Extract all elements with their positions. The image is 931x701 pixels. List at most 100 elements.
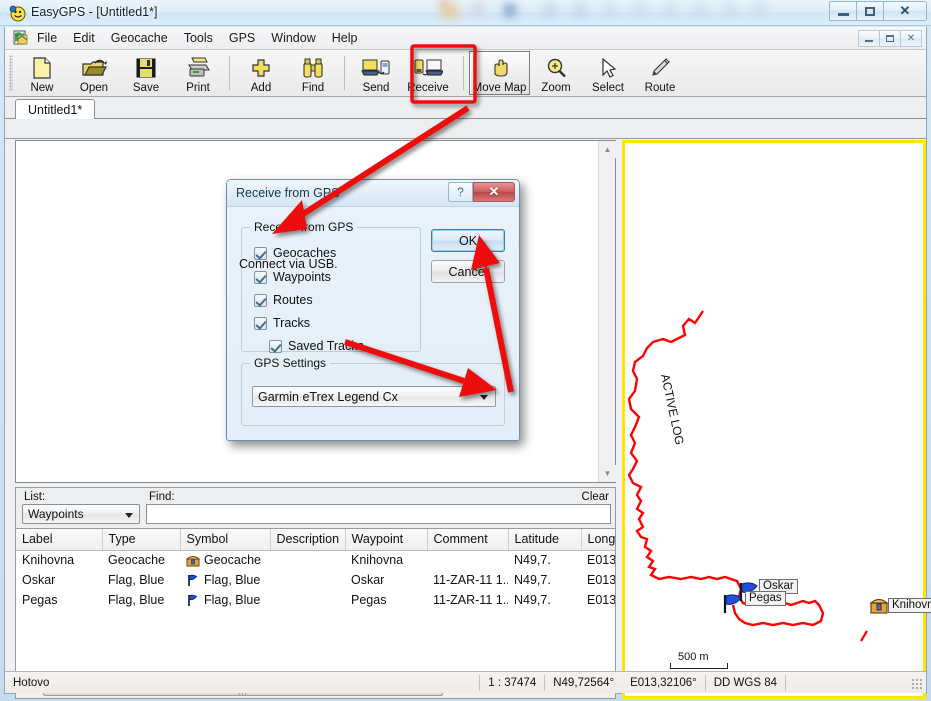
toolbar-button-send[interactable]: Send	[350, 51, 402, 95]
main-toolbar: New Open Save Print Add Find Send Receiv…	[5, 50, 926, 97]
toolbar-label: Select	[592, 82, 624, 94]
toolbar-button-add[interactable]: Add	[235, 51, 287, 95]
toolbar-button-print[interactable]: Print	[172, 51, 224, 95]
map-canvas[interactable]: ACTIVE LOG	[625, 143, 923, 696]
ok-button[interactable]: OK	[431, 229, 505, 252]
binoculars-icon	[301, 55, 325, 81]
menu-item-edit[interactable]: Edit	[65, 28, 103, 48]
clear-link[interactable]: Clear	[582, 491, 609, 503]
map-document-icon	[13, 30, 28, 45]
toolbar-button-receive[interactable]: Receive	[402, 51, 454, 95]
mdi-close-button[interactable]: ✕	[900, 29, 922, 47]
map-scale-rule	[670, 663, 728, 669]
column-header-label[interactable]: Label	[16, 529, 103, 551]
map-view[interactable]: ACTIVE LOG Oskar Pegas Knihovn 500 m	[622, 140, 931, 699]
arrow-cursor-icon	[596, 55, 620, 81]
mdi-window-controls: ✕	[858, 29, 922, 47]
column-header-description[interactable]: Description	[270, 529, 346, 551]
toolbar-label: New	[30, 82, 54, 94]
toolbar-grip[interactable]	[9, 55, 13, 91]
waypoint-table[interactable]: Label Type Symbol Description Waypoint C…	[15, 529, 616, 681]
toolbar-label: Move Map	[472, 82, 527, 94]
column-header-comment[interactable]: Comment	[427, 529, 509, 551]
menu-item-file[interactable]: File	[29, 28, 65, 48]
new-document-icon	[30, 55, 54, 81]
application-window: EasyGPS - [Untitled1*] ✕ File Edit Geoca…	[0, 0, 931, 701]
table-row[interactable]: Oskar Flag, Blue Flag, Blue Oskar 11-ZAR…	[16, 570, 615, 590]
waypoint-grid: Label Type Symbol Description Waypoint C…	[16, 529, 615, 610]
tab-untitled1[interactable]: Untitled1*	[15, 99, 96, 120]
checkbox-waypoints[interactable]: Waypoints	[254, 270, 331, 284]
toolbar-button-open[interactable]: Open	[68, 51, 120, 95]
column-header-latitude[interactable]: Latitude	[508, 529, 582, 551]
mdi-minimize-button[interactable]	[858, 29, 880, 47]
menu-item-gps[interactable]: GPS	[221, 28, 263, 48]
cell-description	[270, 570, 345, 590]
find-input[interactable]	[146, 504, 611, 524]
toolbar-button-find[interactable]: Find	[287, 51, 339, 95]
mdi-close-icon: ✕	[906, 32, 916, 44]
cell-symbol-label: Flag, Blue	[204, 593, 261, 607]
cell-latitude: N49,7.	[514, 573, 551, 587]
document-vertical-scrollbar[interactable]: ▲ ▼	[598, 141, 616, 482]
cell-label: Pegas	[22, 593, 58, 607]
pencil-icon	[648, 55, 672, 81]
mdi-restore-button[interactable]	[879, 29, 901, 47]
gps-device-combo[interactable]: Garmin eTrex Legend Cx	[252, 386, 496, 407]
cancel-button[interactable]: Cancel	[431, 260, 505, 283]
desktop-blur-backdrop	[430, 0, 860, 22]
secondary-toolbar-strip	[5, 119, 926, 139]
checkbox-tracks[interactable]: Tracks	[254, 316, 310, 330]
map-label-knihovna: Knihovna	[888, 598, 931, 613]
help-button[interactable]: ?	[448, 182, 473, 202]
receive-from-gps-dialog[interactable]: Receive from GPS ? ✕ Receive from GPS Ge…	[226, 179, 520, 441]
checkbox-label: Tracks	[273, 316, 311, 330]
table-row[interactable]: Knihovna Geocache Geocache Knihovna N49,…	[16, 550, 615, 570]
minimize-button[interactable]	[829, 1, 857, 21]
checkbox-checked-icon	[254, 293, 267, 307]
resize-grip[interactable]	[911, 678, 923, 690]
connection-note: Connect via USB.	[239, 257, 338, 271]
map-marker-pegas[interactable]	[723, 594, 742, 613]
toolbar-button-new[interactable]: New	[16, 51, 68, 95]
column-header-longitude[interactable]: Longitude	[581, 529, 615, 551]
table-row[interactable]: Pegas Flag, Blue Flag, Blue Pegas 11-ZAR…	[16, 590, 615, 610]
table-header-row: Label Type Symbol Description Waypoint C…	[16, 529, 615, 551]
chevron-down-icon	[480, 395, 488, 400]
dialog-close-button[interactable]: ✕	[473, 182, 515, 202]
toolbar-label: Send	[362, 82, 390, 94]
column-header-type[interactable]: Type	[102, 529, 181, 551]
close-button[interactable]: ✕	[883, 1, 927, 21]
menu-item-window[interactable]: Window	[263, 28, 323, 48]
track-label: ACTIVE LOG	[658, 373, 687, 446]
menu-item-help[interactable]: Help	[324, 28, 366, 48]
cell-waypoint: Oskar	[351, 573, 385, 587]
toolbar-label: Find	[301, 82, 325, 94]
toolbar-button-move-map[interactable]: Move Map	[469, 51, 530, 95]
toolbar-button-zoom[interactable]: Zoom	[530, 51, 582, 95]
list-type-combo[interactable]: Waypoints	[22, 504, 140, 524]
cell-description	[270, 590, 345, 610]
scroll-down-arrow-icon[interactable]: ▼	[599, 465, 616, 482]
list-filter-bar: List: Find: Clear Waypoints	[15, 487, 616, 529]
column-header-waypoint[interactable]: Waypoint	[345, 529, 428, 551]
toolbar-button-save[interactable]: Save	[120, 51, 172, 95]
menu-item-tools[interactable]: Tools	[176, 28, 221, 48]
column-header-symbol[interactable]: Symbol	[180, 529, 271, 551]
toolbar-separator	[344, 56, 345, 90]
map-marker-knihovna[interactable]	[869, 598, 889, 614]
checkbox-label: Routes	[273, 293, 313, 307]
title-bar: EasyGPS - [Untitled1*] ✕	[0, 0, 931, 26]
window-title: EasyGPS - [Untitled1*]	[31, 5, 158, 19]
maximize-button[interactable]	[856, 1, 884, 21]
checkbox-routes[interactable]: Routes	[254, 293, 313, 307]
status-divider	[785, 674, 786, 691]
toolbar-button-select[interactable]: Select	[582, 51, 634, 95]
map-scale-label: 500 m	[678, 651, 709, 663]
checkbox-saved-tracks[interactable]: Saved Tracks	[269, 339, 364, 353]
scroll-up-arrow-icon[interactable]: ▲	[599, 141, 616, 158]
status-datum: DD WGS 84	[713, 676, 777, 689]
toolbar-button-route[interactable]: Route	[634, 51, 686, 95]
menu-item-geocache[interactable]: Geocache	[103, 28, 176, 48]
gps-settings-group: GPS Settings Garmin eTrex Legend Cx	[241, 356, 505, 426]
